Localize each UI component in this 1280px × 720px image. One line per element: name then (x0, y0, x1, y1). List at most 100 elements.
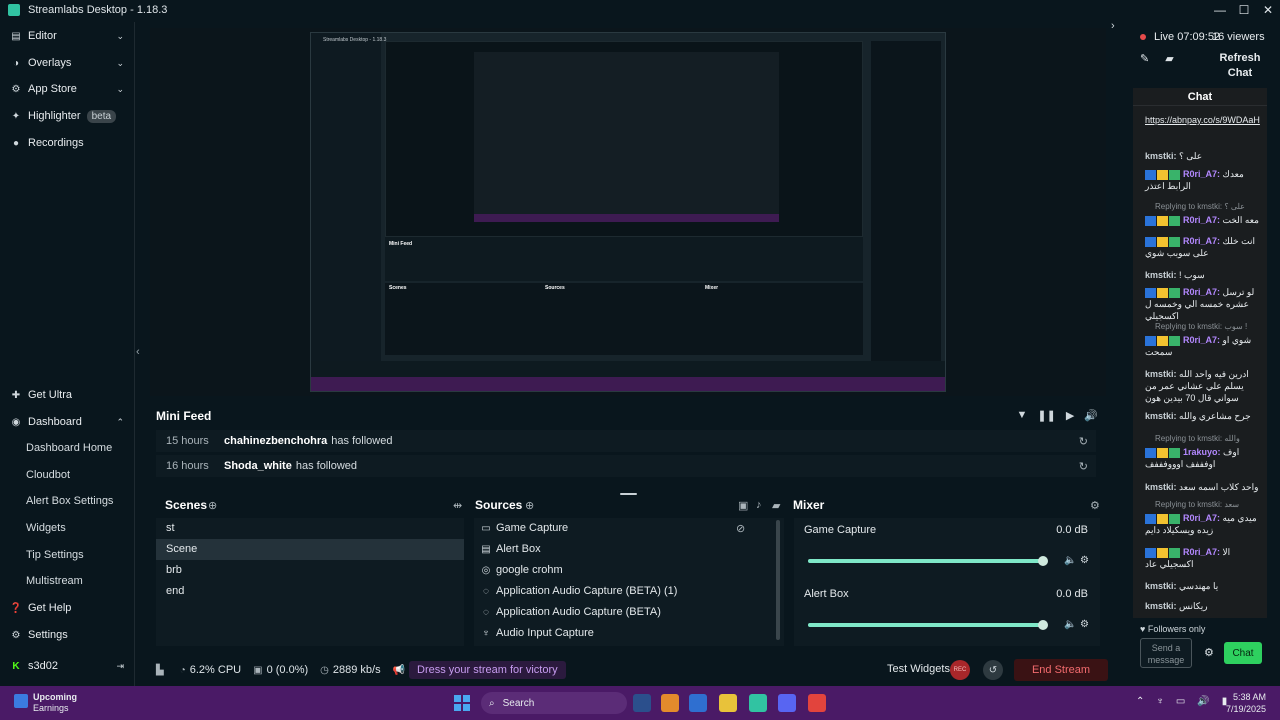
edit-stream-info-icon[interactable]: ✎ (1140, 52, 1149, 65)
user-badges-icon (1145, 447, 1183, 458)
test-widgets-button[interactable]: Test Widgets (887, 663, 950, 675)
sidebar-subitem-dashboard-home[interactable]: Dashboard Home (26, 442, 112, 454)
mixer-channel-name: Alert Box (804, 588, 849, 600)
sidebar-subitem-widgets[interactable]: Widgets (26, 522, 66, 534)
collapse-right-icon[interactable]: › (1111, 20, 1115, 32)
volume-icon[interactable]: 🔊 (1197, 696, 1209, 707)
source-item[interactable]: ◌ Application Audio Capture (BETA) (1) (480, 581, 677, 602)
volume-icon[interactable]: 🔊 (1084, 409, 1098, 422)
sidebar-item-highlighter[interactable]: ✦ Highlighter beta (10, 106, 128, 126)
window-title: Streamlabs Desktop - 1.18.3 (28, 4, 168, 16)
sidebar-item-get-help[interactable]: ❓ Get Help (10, 598, 128, 618)
sidebar-divider (134, 22, 135, 686)
gear-icon[interactable]: ⚙ (1204, 646, 1214, 659)
display-icon[interactable]: ▭ (1176, 696, 1185, 707)
source-item[interactable]: ◌ Application Audio Capture (BETA) (480, 602, 661, 623)
collapse-left-icon[interactable]: ‹ (136, 346, 140, 358)
audio-filter-icon[interactable]: ♪ (756, 499, 762, 511)
reply-context: Replying to kmstki: سعد (1155, 500, 1240, 509)
copilot-icon[interactable] (661, 694, 679, 712)
source-item[interactable]: ▤ Alert Box (480, 539, 540, 560)
visibility-off-icon[interactable]: ⊘ (736, 522, 745, 535)
promo-item[interactable]: 📢 Dress your stream for victory (393, 661, 566, 679)
sidebar-subitem-multistream[interactable]: Multistream (26, 575, 83, 587)
chat-link[interactable]: https://abnpay.co/s/9WDAaH (1145, 114, 1261, 126)
record-button[interactable]: REC (950, 660, 970, 680)
sidebar-item-dashboard[interactable]: ◉ Dashboard ⌃ (10, 412, 128, 432)
add-scene-icon[interactable]: ⊕ (208, 499, 217, 512)
preview-mini-sidebar (311, 33, 381, 379)
promo-text[interactable]: Dress your stream for victory (409, 661, 566, 679)
sidebar-item-recordings[interactable]: ● Recordings (10, 133, 128, 153)
volume-slider[interactable] (808, 556, 1049, 566)
user-badges-icon (1145, 215, 1183, 226)
source-item[interactable]: ◎ google crohm (480, 560, 563, 581)
gear-icon[interactable]: ⚙ (1080, 619, 1089, 630)
scene-item-active[interactable]: Scene (156, 539, 464, 560)
store-icon[interactable] (689, 694, 707, 712)
windows-start-icon[interactable] (454, 695, 470, 711)
source-label: Application Audio Capture (BETA) (1) (496, 585, 678, 597)
frames-icon: ▣ (253, 664, 263, 676)
sidebar-item-settings[interactable]: ⚙ Settings (10, 625, 128, 645)
volume-knob[interactable] (1038, 556, 1049, 566)
sidebar-item-editor[interactable]: ▤ Editor ⌄ (10, 26, 128, 46)
skip-icon[interactable]: ▶ (1066, 409, 1074, 422)
microphone-icon[interactable]: ♆ (1156, 696, 1164, 707)
sidebar-subitem-tip-settings[interactable]: Tip Settings (26, 549, 84, 561)
task-view-icon[interactable] (633, 694, 651, 712)
source-item[interactable]: ♆ Audio Input Capture (480, 623, 594, 644)
minimize-button[interactable]: — (1208, 0, 1232, 20)
logout-icon[interactable]: ⇥ (116, 661, 124, 672)
close-button[interactable]: ✕ (1256, 0, 1280, 20)
replay-buffer-button[interactable]: ↺ (983, 660, 1003, 680)
mixer-channel-db: 0.0 dB (1056, 524, 1088, 536)
repeat-alert-icon[interactable]: ↻ (1079, 460, 1088, 473)
scene-item[interactable]: brb (156, 560, 464, 581)
end-stream-button[interactable]: End Stream (1014, 659, 1108, 681)
sidebar-subitem-cloudbot[interactable]: Cloudbot (26, 469, 70, 481)
add-folder-icon[interactable]: ▰ (772, 499, 780, 512)
scene-transitions-icon[interactable]: ⇹ (453, 499, 462, 512)
sidebar-item-app-store[interactable]: ⚙ App Store ⌄ (10, 79, 128, 99)
streamlabs-taskbar-icon[interactable] (749, 694, 767, 712)
chat-message-input[interactable]: Send a message (1140, 638, 1192, 668)
maximize-button[interactable]: ☐ (1232, 0, 1256, 20)
chat-message: R0ri_A7: الا اكسجيلي عاد (1145, 547, 1231, 569)
sidebar-item-user[interactable]: K s3d02 ⇥ (10, 656, 128, 676)
pause-icon[interactable]: ❚❚ (1037, 409, 1055, 422)
repeat-alert-icon[interactable]: ↻ (1079, 435, 1088, 448)
source-item[interactable]: ▭ Game Capture (480, 518, 568, 539)
chrome-icon[interactable] (808, 694, 826, 712)
scene-item[interactable]: end (156, 581, 464, 602)
chevron-up-icon[interactable]: ⌃ (1136, 696, 1144, 707)
speaker-icon[interactable]: 🔈 (1064, 555, 1076, 566)
sidebar-subitem-alert-box-settings[interactable]: Alert Box Settings (26, 495, 113, 507)
gear-icon[interactable]: ⚙ (1090, 499, 1100, 512)
filter-icon[interactable]: ▼ (1017, 409, 1028, 422)
scene-item[interactable]: st (156, 518, 464, 539)
user-badges-icon (1145, 236, 1183, 247)
add-source-icon[interactable]: ⊕ (525, 499, 534, 512)
taskbar-clock[interactable]: 5:38 AM 7/19/2025 (1218, 691, 1266, 715)
clock-date: 7/19/2025 (1225, 704, 1266, 714)
file-explorer-icon[interactable] (719, 694, 737, 712)
taskbar-search[interactable]: ⌕ Search (481, 692, 627, 714)
popout-chat-icon[interactable]: ▰ (1165, 52, 1173, 65)
source-label: google crohm (496, 564, 563, 576)
volume-fill (808, 623, 1044, 627)
refresh-chat-button[interactable]: Refresh Chat (1210, 51, 1270, 81)
source-selection-icon[interactable]: ▣ (738, 499, 748, 512)
discord-icon[interactable] (778, 694, 796, 712)
volume-knob[interactable] (1038, 620, 1049, 630)
stats-graph-icon[interactable]: ▙ (156, 665, 168, 676)
resize-handle[interactable] (620, 493, 637, 495)
sidebar-item-overlays[interactable]: ◑ Overlays ⌄ (10, 53, 128, 73)
send-chat-button[interactable]: Chat (1224, 642, 1262, 664)
sources-scrollbar[interactable] (776, 520, 780, 640)
gear-icon[interactable]: ⚙ (1080, 555, 1089, 566)
stream-preview[interactable]: Streamlabs Desktop - 1.18.3 Mini Feed Sc… (310, 32, 946, 392)
volume-slider[interactable] (808, 620, 1049, 630)
sidebar-item-get-ultra[interactable]: ✚ Get Ultra (10, 385, 128, 405)
speaker-icon[interactable]: 🔈 (1064, 619, 1076, 630)
